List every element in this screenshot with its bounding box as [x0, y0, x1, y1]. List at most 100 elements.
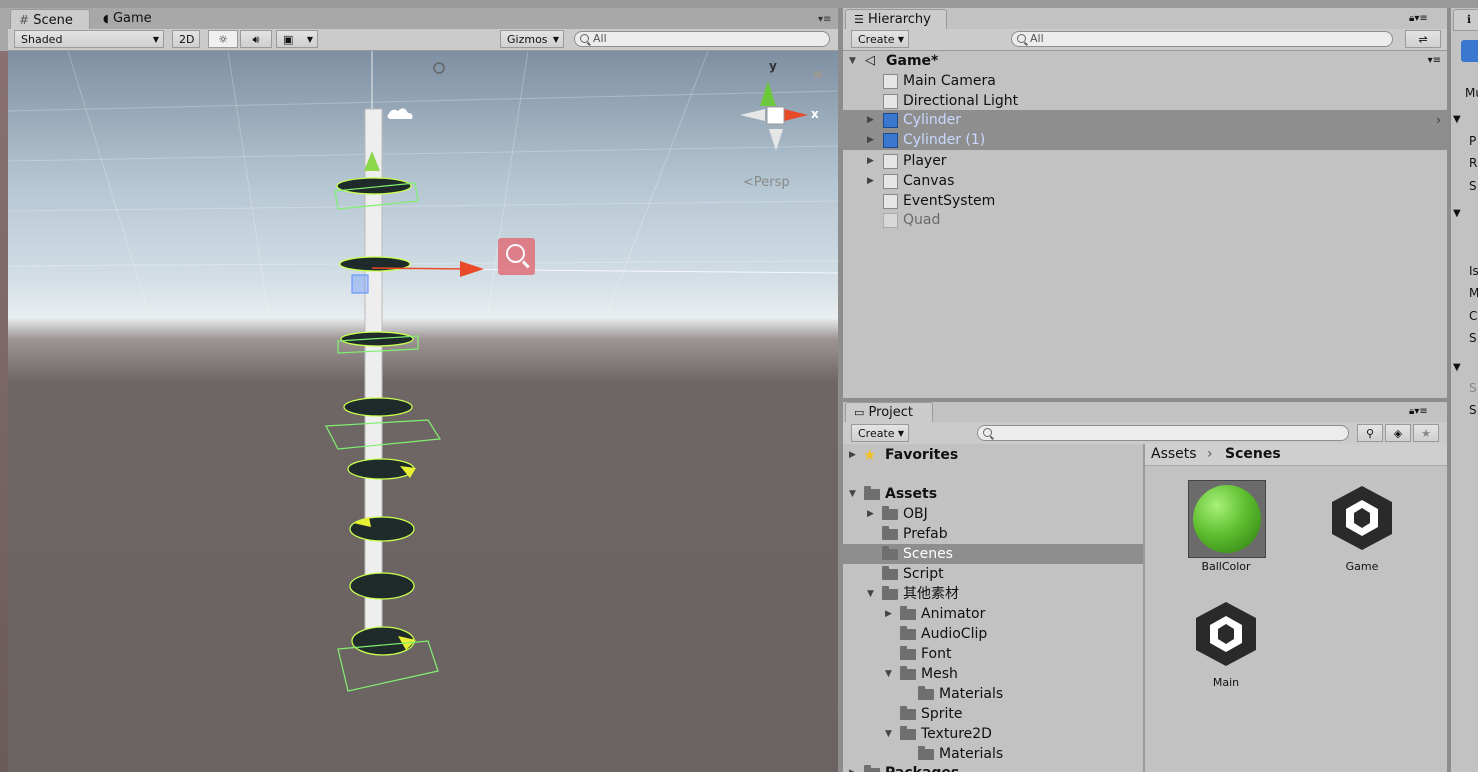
hierarchy-create-button[interactable]: Create ▼ — [851, 30, 909, 48]
tree-item-texture2d[interactable]: ▼ Texture2D — [843, 724, 1143, 744]
gameobject-cube-icon — [883, 154, 898, 169]
effects-dropdown[interactable]: ▣ ▼ — [276, 30, 318, 48]
folder-icon — [900, 726, 916, 740]
breadcrumb-assets[interactable]: Assets — [1151, 444, 1197, 465]
hierarchy-filter-button[interactable]: ⇌ — [1405, 30, 1441, 48]
tree-item-mesh-materials[interactable]: Materials — [843, 684, 1143, 704]
tab-scene[interactable]: # Scene — [10, 9, 90, 29]
hierarchy-search-input[interactable]: All — [1011, 31, 1393, 47]
tree-item-mesh[interactable]: ▼ Mesh — [843, 664, 1143, 684]
folder-tab-icon: ▭ — [854, 406, 865, 419]
chevron-down-icon: ▼ — [552, 35, 559, 44]
tree-item-obj[interactable]: ▶ OBJ — [843, 504, 1143, 524]
tab-hierarchy[interactable]: ☰ Hierarchy — [845, 9, 947, 29]
tree-item-font[interactable]: Font — [843, 644, 1143, 664]
lock-icon[interactable]: 🔒︎▾≡ — [1409, 13, 1428, 24]
asset-game-scene[interactable]: Game — [1317, 478, 1407, 578]
inspector-tab[interactable]: ℹ — [1453, 9, 1478, 31]
folder-icon — [882, 546, 898, 560]
hierarchy-panel: ☰ Hierarchy 🔒︎▾≡ Create ▼ All ⇌ ▼ ◁ Game… — [843, 8, 1447, 398]
zoom-search-button[interactable] — [498, 238, 535, 275]
project-search-input[interactable] — [977, 425, 1349, 441]
inspector-component-arrow-icon[interactable]: ▼ — [1453, 362, 1461, 373]
hierarchy-item-player[interactable]: ▶ Player — [843, 151, 1447, 171]
expand-arrow-icon: ▶ — [885, 609, 892, 619]
expand-arrow-icon: ▶ — [867, 135, 874, 145]
magnifier-icon — [506, 244, 525, 263]
tree-item-packages[interactable]: ▶ Packages — [843, 763, 1143, 772]
tree-item-favorites[interactable]: ▶ ★ Favorites — [843, 445, 1143, 465]
chevron-down-icon: ▼ — [152, 35, 159, 44]
tree-item-other-assets[interactable]: ▼ 其他素材 — [843, 584, 1143, 604]
filter-type-button[interactable]: ⚲ — [1357, 424, 1383, 442]
panel-menu-icon[interactable]: ▾≡ — [818, 14, 831, 25]
filter-label-button[interactable]: ◈ — [1385, 424, 1411, 442]
hierarchy-item-quad[interactable]: Quad — [843, 210, 1447, 230]
tree-item-assets[interactable]: ▼ Assets — [843, 484, 1143, 504]
asset-main-scene[interactable]: Main — [1181, 594, 1271, 694]
shading-dropdown[interactable]: Shaded ▼ — [14, 30, 164, 48]
green-sphere — [1193, 485, 1261, 553]
hierarchy-item-cylinder[interactable]: ▶ Cylinder › — [843, 110, 1447, 130]
folder-icon — [882, 526, 898, 540]
inspector-field-label: S — [1469, 331, 1477, 345]
project-create-button[interactable]: Create ▼ — [851, 424, 909, 442]
gameobject-cube-icon — [883, 74, 898, 89]
folder-icon — [918, 746, 934, 760]
folder-icon — [864, 765, 880, 772]
chevron-right-icon[interactable]: › — [1436, 110, 1441, 130]
hierarchy-item-eventsystem[interactable]: EventSystem — [843, 191, 1447, 211]
prefab-cube-icon — [883, 113, 898, 128]
tree-item-texture-materials[interactable]: Materials — [843, 744, 1143, 764]
persp-label[interactable]: <Persp — [743, 175, 790, 190]
tree-item-audioclip[interactable]: AudioClip — [843, 624, 1143, 644]
tree-item-script[interactable]: Script — [843, 564, 1143, 584]
2d-toggle[interactable]: 2D — [172, 30, 200, 48]
gameobject-cube-icon — [883, 94, 898, 109]
inspector-component-arrow-icon[interactable]: ▼ — [1453, 208, 1461, 219]
hierarchy-item-canvas[interactable]: ▶ Canvas — [843, 171, 1447, 191]
lighting-toggle[interactable]: ☼ — [208, 30, 238, 48]
inspector-object-icon — [1461, 40, 1478, 62]
unity-scene-icon — [1196, 602, 1256, 666]
inspector-field-label: P — [1469, 134, 1477, 148]
scene-search-input[interactable]: All — [574, 31, 830, 47]
gizmos-dropdown[interactable]: Gizmos ▼ — [500, 30, 564, 48]
scene-left-edge — [0, 51, 8, 772]
favorite-star-button[interactable]: ★ — [1413, 424, 1439, 442]
speaker-icon: 🔊︎ — [252, 33, 260, 46]
tree-item-sprite[interactable]: Sprite — [843, 704, 1143, 724]
hierarchy-item-directional-light[interactable]: Directional Light — [843, 91, 1447, 111]
scene-root-row[interactable]: ▼ ◁ Game* ▾≡ — [843, 51, 1447, 71]
tab-project[interactable]: ▭ Project — [845, 402, 933, 422]
lock-icon[interactable]: 🔒︎▾≡ — [1409, 406, 1428, 417]
expand-arrow-icon: ▶ — [849, 763, 856, 772]
asset-ballcolor[interactable]: BallColor — [1181, 478, 1271, 578]
scene-viewport[interactable]: y x <Persp — [8, 51, 838, 772]
inspector-field-label: M — [1469, 286, 1478, 300]
hierarchy-item-main-camera[interactable]: Main Camera — [843, 71, 1447, 91]
expand-arrow-icon: ▶ — [867, 156, 874, 166]
tab-game[interactable]: ◖ Game — [95, 9, 170, 29]
expand-arrow-icon: ▼ — [849, 56, 856, 66]
audio-toggle[interactable]: 🔊︎ — [240, 30, 272, 48]
tree-item-animator[interactable]: ▶ Animator — [843, 604, 1143, 624]
chevron-down-icon: ▼ — [897, 35, 904, 44]
folder-icon — [900, 626, 916, 640]
inspector-field-label: S — [1469, 381, 1477, 395]
grid-icon: # — [19, 13, 30, 27]
sun-icon: ☼ — [218, 33, 228, 46]
row-menu-icon[interactable]: ▾≡ — [1428, 51, 1441, 71]
hierarchy-item-cylinder-1[interactable]: ▶ Cylinder (1) — [843, 130, 1447, 150]
inspector-component-arrow-icon[interactable]: ▼ — [1453, 114, 1461, 125]
tree-item-scenes[interactable]: Scenes — [843, 544, 1143, 564]
inspector-field-label: Is — [1469, 264, 1478, 278]
folder-icon — [882, 506, 898, 520]
expand-arrow-icon: ▼ — [867, 589, 874, 599]
hierarchy-tree: ▼ ◁ Game* ▾≡ Main Camera Directional Lig… — [843, 51, 1447, 398]
breadcrumb-scenes[interactable]: Scenes — [1225, 444, 1281, 465]
folder-icon — [864, 486, 880, 500]
tree-item-prefab[interactable]: Prefab — [843, 524, 1143, 544]
chevron-down-icon: ▼ — [897, 429, 904, 438]
unity-scene-icon — [1332, 486, 1392, 550]
